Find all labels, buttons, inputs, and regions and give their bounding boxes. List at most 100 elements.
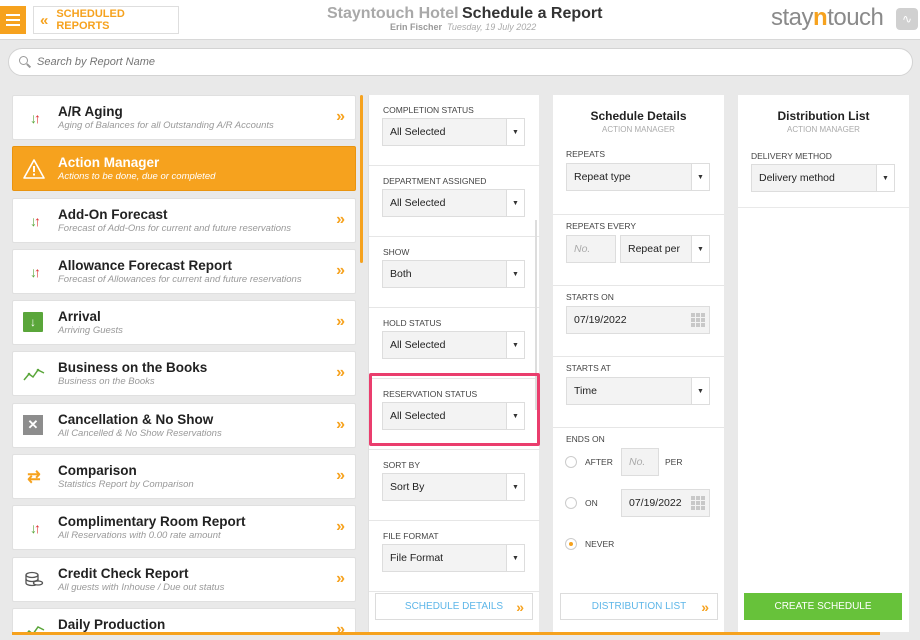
- chevron-right-icon: »: [336, 313, 345, 331]
- chevron-right-icon: »: [336, 108, 345, 125]
- ends-after-number-input[interactable]: No.: [621, 448, 659, 476]
- filter-label: SHOW: [383, 247, 410, 257]
- filter-hold-status: HOLD STATUS All Selected ▼: [369, 308, 540, 379]
- ends-on-date-input[interactable]: 07/19/2022: [621, 489, 710, 517]
- date-value: 07/19/2022: [629, 497, 682, 509]
- chevron-right-icon: »: [336, 210, 345, 228]
- button-label: DISTRIBUTION LIST: [591, 601, 687, 612]
- sort-by-select[interactable]: Sort By ▼: [382, 473, 525, 501]
- ends-after-option[interactable]: AFTER: [565, 456, 613, 468]
- select-value: Both: [390, 268, 412, 280]
- back-to-scheduled-reports-button[interactable]: « SCHEDULED REPORTS: [33, 6, 179, 34]
- chevron-right-icon: »: [336, 569, 345, 587]
- select-value: All Selected: [390, 339, 446, 351]
- report-name: Comparison: [58, 463, 137, 479]
- filter-label: COMPLETION STATUS: [383, 105, 474, 115]
- select-value: Sort By: [390, 481, 425, 493]
- filter-department-assigned: DEPARTMENT ASSIGNED All Selected ▼: [369, 166, 540, 237]
- caret-down-icon: ▼: [506, 332, 524, 358]
- repeat-per-select[interactable]: Repeat per ▼: [620, 235, 710, 263]
- report-item-business-on-the-books[interactable]: Business on the Books Business on the Bo…: [12, 351, 356, 397]
- search-icon: [19, 56, 31, 68]
- report-desc: Forecast of Allowances for current and f…: [58, 273, 302, 285]
- user-name: Erin Fischer: [390, 22, 443, 32]
- per-label: PER: [665, 457, 683, 467]
- caret-down-icon: ▼: [506, 261, 524, 287]
- report-item-daily-production[interactable]: Daily Production »: [12, 607, 356, 632]
- report-desc: Business on the Books: [58, 376, 155, 388]
- on-label: ON: [585, 498, 598, 508]
- report-item-cancellation-no-show[interactable]: ✕ Cancellation & No Show All Cancelled &…: [12, 402, 356, 448]
- input-placeholder: No.: [574, 243, 591, 255]
- filters-panel: COMPLETION STATUS All Selected ▼ DEPARTME…: [368, 95, 540, 632]
- caret-down-icon: ▼: [506, 474, 524, 500]
- distribution-list-body: [738, 208, 909, 632]
- caret-down-icon: ▼: [691, 236, 709, 262]
- report-item-allowance-forecast[interactable]: ↓ ↑ Allowance Forecast Report Forecast of…: [12, 248, 356, 294]
- repeats-label: REPEATS: [566, 149, 606, 159]
- distribution-list-panel: Distribution List ACTION MANAGER DELIVER…: [738, 95, 909, 207]
- caret-down-icon: ▼: [506, 545, 524, 571]
- repeat-type-select[interactable]: Repeat type ▼: [566, 163, 710, 191]
- report-item-action-manager[interactable]: Action Manager Actions to be done, due o…: [12, 146, 356, 192]
- hold-status-select[interactable]: All Selected ▼: [382, 331, 525, 359]
- schedule-details-title: Schedule Details: [590, 109, 687, 123]
- report-item-credit-check[interactable]: Credit Check Report All guests with Inho…: [12, 556, 356, 602]
- stayntouch-logo: stayntouch: [771, 4, 884, 31]
- completion-status-select[interactable]: All Selected ▼: [382, 118, 525, 146]
- top-header: « SCHEDULED REPORTS Stayntouch Hotel Sch…: [0, 0, 920, 40]
- starts-at-time-select[interactable]: Time ▼: [566, 377, 710, 405]
- activity-icon[interactable]: ∿: [896, 8, 918, 30]
- department-assigned-select[interactable]: All Selected ▼: [382, 189, 525, 217]
- select-value: Delivery method: [759, 172, 835, 184]
- starts-on-date-input[interactable]: 07/19/2022: [566, 306, 710, 334]
- input-placeholder: No.: [629, 456, 646, 468]
- report-item-comparison[interactable]: ⇄ Comparison Statistics Report by Compar…: [12, 454, 356, 500]
- report-desc: Aging of Balances for all Outstanding A/…: [58, 120, 274, 131]
- caret-down-icon: ▼: [876, 165, 894, 191]
- file-format-select[interactable]: File Format ▼: [382, 544, 525, 572]
- select-value: All Selected: [390, 197, 446, 209]
- chevron-right-icon: »: [336, 261, 345, 279]
- report-list-scrollbar[interactable]: [360, 95, 363, 263]
- business-date: Tuesday, 19 July 2022: [447, 22, 537, 32]
- ends-on-radio[interactable]: [565, 497, 577, 509]
- report-item-complimentary-room[interactable]: ↓ ↑ Complimentary Room Report All Reserva…: [12, 505, 356, 551]
- caret-down-icon: ▼: [691, 164, 709, 190]
- search-input[interactable]: [37, 56, 837, 68]
- report-desc: Actions to be done, due or completed: [58, 171, 216, 183]
- arrows-icon: ↓ ↑: [30, 263, 41, 280]
- report-desc: Forecast of Add-Ons for current and futu…: [58, 222, 292, 234]
- ends-on-option[interactable]: ON: [565, 497, 598, 509]
- report-desc: All Reservations with 0.00 rate amount: [58, 530, 221, 542]
- create-schedule-button[interactable]: CREATE SCHEDULE: [744, 593, 902, 620]
- repeats-every-label: REPEATS EVERY: [566, 221, 637, 231]
- select-value: All Selected: [390, 126, 446, 138]
- button-label: CREATE SCHEDULE: [774, 601, 872, 612]
- report-item-ar-aging[interactable]: ↓ ↑ A/R Aging Aging of Balances for all O…: [12, 95, 356, 140]
- caret-down-icon: ▼: [506, 190, 524, 216]
- chevron-right-icon: »: [336, 518, 345, 536]
- report-item-arrival[interactable]: ↓ Arrival Arriving Guests »: [12, 300, 356, 346]
- distribution-list-button[interactable]: DISTRIBUTION LIST »: [560, 593, 718, 620]
- never-label: NEVER: [585, 539, 615, 549]
- report-list: ↓ ↑ A/R Aging Aging of Balances for all O…: [12, 95, 356, 632]
- repeats-every-number-input[interactable]: No.: [566, 235, 616, 263]
- arrows-icon: ↓ ↑: [30, 520, 41, 537]
- delivery-method-select[interactable]: Delivery method ▼: [751, 164, 895, 192]
- bottom-progress-bar: [12, 632, 880, 635]
- report-name: Cancellation & No Show: [58, 411, 214, 427]
- swap-icon: ⇄: [27, 469, 41, 487]
- date-value: 07/19/2022: [574, 314, 627, 326]
- chevron-right-icon: »: [336, 364, 345, 382]
- chevron-right-icon: »: [336, 415, 345, 433]
- ends-never-radio[interactable]: [565, 538, 577, 550]
- schedule-details-button[interactable]: SCHEDULE DETAILS »: [375, 593, 533, 620]
- show-select[interactable]: Both ▼: [382, 260, 525, 288]
- menu-icon[interactable]: [0, 6, 26, 34]
- report-item-add-on-forecast[interactable]: ↓ ↑ Add-On Forecast Forecast of Add-Ons f…: [12, 197, 356, 243]
- ends-after-radio[interactable]: [565, 456, 577, 468]
- starts-at-group: STARTS AT Time ▼: [553, 357, 724, 428]
- search-bar[interactable]: [8, 48, 913, 76]
- ends-never-option[interactable]: NEVER: [565, 538, 614, 550]
